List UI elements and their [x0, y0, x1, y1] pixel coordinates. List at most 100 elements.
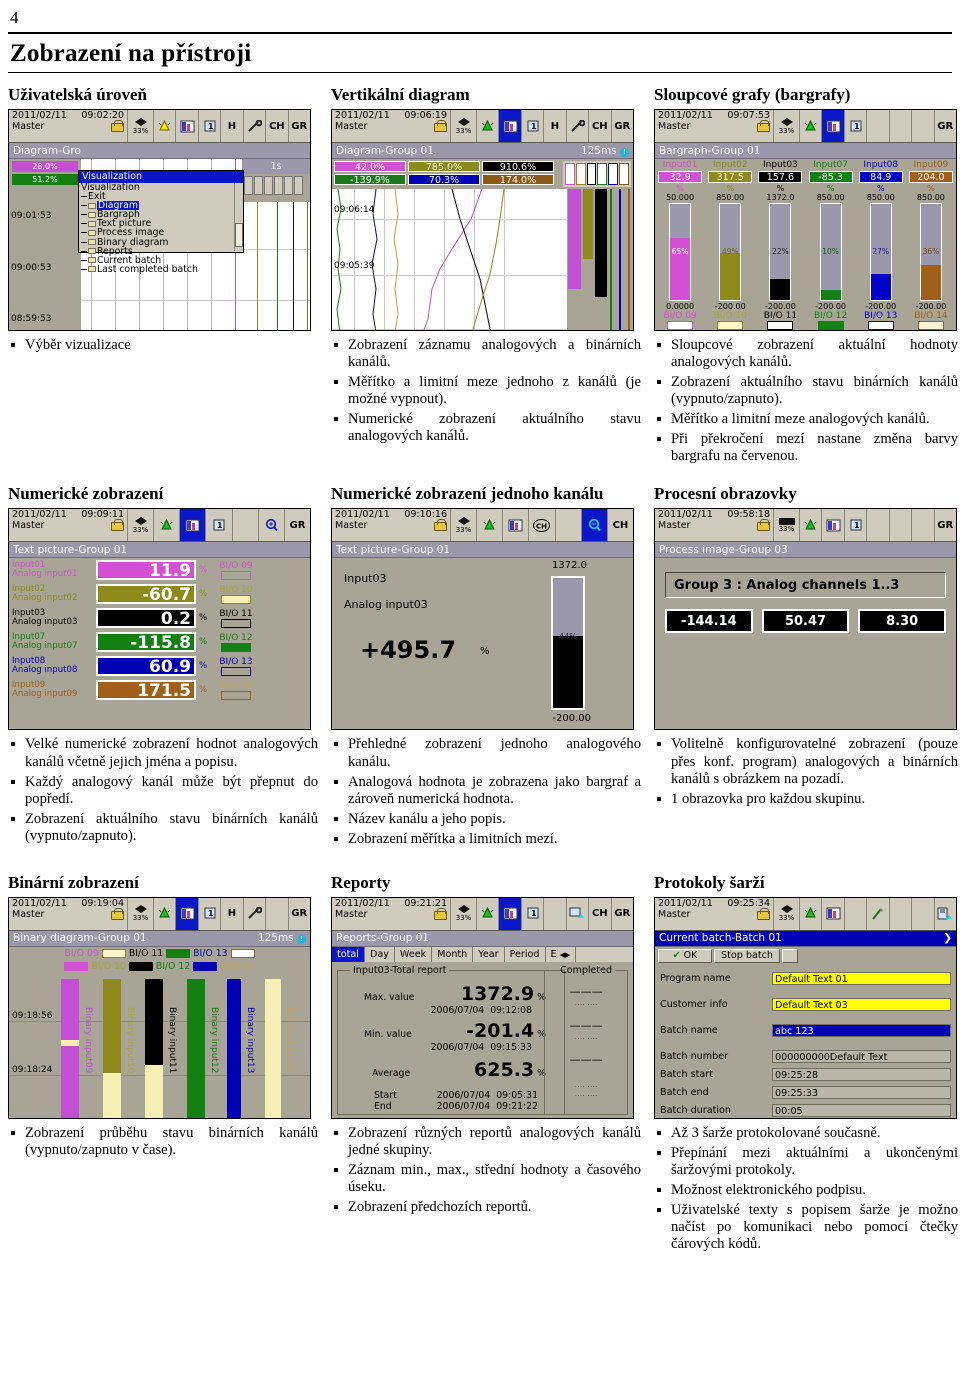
toolbar-tools-button[interactable]: [242, 897, 266, 930]
toolbar-empty-button[interactable]: [866, 110, 889, 142]
toolbar-binary-diagram-button[interactable]: [175, 897, 198, 930]
batch-name-field[interactable]: abc 123: [772, 1024, 951, 1038]
tab-week[interactable]: Week: [395, 946, 433, 962]
toolbar-empty-button[interactable]: [888, 509, 912, 542]
tab-period[interactable]: Period: [505, 946, 546, 962]
toolbar-zoom-out-button[interactable]: [580, 509, 607, 542]
toolbar-gr-button[interactable]: GR: [933, 110, 956, 142]
tab-total[interactable]: total: [332, 946, 365, 962]
batch-field-row[interactable]: Customer info Default Text 03: [655, 997, 956, 1013]
toolbar-bell-button[interactable]: [799, 897, 822, 930]
report-tabs[interactable]: total Day Week Month Year Period E ◀▶: [332, 946, 633, 962]
numeric-row[interactable]: Input09 Analog input09 171.5 % BI/O 14: [9, 678, 310, 702]
toolbar-group-button[interactable]: 1: [843, 509, 867, 542]
screenshot-binary-diagram[interactable]: 2011/02/11 09:19:04 Master 33% 1 H GR Bi…: [8, 896, 311, 1119]
toolbar-diagram-button[interactable]: [175, 110, 198, 142]
toolbar-group-button[interactable]: 1: [197, 110, 221, 142]
toolbar-zoom-in-button[interactable]: [257, 509, 284, 542]
toolbar-empty-button[interactable]: [231, 509, 258, 542]
toolbar-gr-button[interactable]: GR: [610, 897, 633, 930]
toolbar-bell-button[interactable]: [153, 110, 176, 142]
bargraph-column[interactable]: Input09 204.0 % 850.00 36% -200.00 BI/O …: [906, 159, 956, 330]
toolbar-diagram-button[interactable]: [498, 110, 521, 142]
tab-year[interactable]: Year: [473, 946, 505, 962]
stop-batch-button[interactable]: Stop batch: [714, 948, 780, 963]
bargraph-column[interactable]: Input02 317.5 % 850.00 49% -200.00 BI/O …: [705, 159, 755, 330]
tab-month[interactable]: Month: [432, 946, 474, 962]
toolbar-reports-button[interactable]: [498, 897, 521, 930]
toolbar-tools-button[interactable]: [242, 110, 266, 142]
batch-field-row[interactable]: Batch name abc 123: [655, 1023, 956, 1039]
toolbar-bell-button[interactable]: [153, 509, 180, 542]
toolbar-gr-button[interactable]: GR: [610, 110, 633, 142]
toolbar-group-button[interactable]: 1: [520, 897, 544, 930]
numeric-row[interactable]: Input01 Analog input01 11.9 % BI/O 09: [9, 558, 310, 582]
toolbar-empty-button[interactable]: [888, 110, 912, 142]
numeric-row[interactable]: Input02 Analog input02 -60.7 % BI/O 10: [9, 582, 310, 606]
toolbar-ch-button[interactable]: CH: [606, 509, 633, 542]
toolbar-history-button[interactable]: H: [220, 897, 243, 930]
screenshot-visualization[interactable]: 2011/02/11 09:02:20 Master 33% 1 H CH GR…: [8, 109, 311, 331]
menu-item-last-completed-batch[interactable]: Last completed batch: [81, 265, 241, 274]
toolbar-empty-button[interactable]: [843, 897, 867, 930]
toolbar-export-button[interactable]: [565, 897, 589, 930]
toolbar-group-button[interactable]: 1: [843, 110, 867, 142]
toolbar-history-button[interactable]: H: [543, 110, 566, 142]
tab-e[interactable]: E ◀▶: [546, 946, 577, 962]
toolbar-gr-button[interactable]: GR: [287, 110, 310, 142]
tab-scroll-arrows[interactable]: ◀▶: [560, 951, 571, 959]
toolbar-gr-button[interactable]: GR: [287, 897, 310, 930]
toolbar-group-button[interactable]: 1: [205, 509, 232, 542]
bargraph-column[interactable]: Input07 -85.3 % 850.00 10% -200.00 BI/O …: [806, 159, 856, 330]
toolbar-ch-button[interactable]: CH: [588, 897, 611, 930]
toolbar-empty-button[interactable]: [911, 897, 934, 930]
toolbar-edit-button[interactable]: [866, 897, 889, 930]
batch-field-row[interactable]: Program name Default Text 01: [655, 971, 956, 987]
customer-info-field[interactable]: Default Text 03: [772, 998, 951, 1012]
toolbar-ch-select-button[interactable]: CH: [528, 509, 555, 542]
toolbar-bell-button[interactable]: [799, 110, 822, 142]
screenshot-vertical-diagram[interactable]: 2011/02/11 09:06:19 Master 33% 1 H CH GR…: [331, 109, 634, 331]
numeric-row[interactable]: Input07 Analog input07 -115.8 % BI/O 12: [9, 630, 310, 654]
toolbar-ch-button[interactable]: CH: [265, 110, 288, 142]
toolbar-group-button[interactable]: 1: [520, 110, 544, 142]
extra-button[interactable]: [781, 948, 798, 963]
toolbar-empty-button[interactable]: [911, 110, 934, 142]
toolbar-empty-button[interactable]: [265, 897, 288, 930]
toolbar-batch-button[interactable]: [821, 897, 844, 930]
program-name-field[interactable]: Default Text 01: [772, 972, 951, 986]
toolbar-bell-button[interactable]: [799, 509, 822, 542]
screenshot-batch[interactable]: 2011/02/11 09:25:34 Master 33% Current b…: [654, 896, 957, 1119]
toolbar-bell-button[interactable]: [476, 110, 499, 142]
toolbar-textpicture-button[interactable]: [179, 509, 206, 542]
bargraph-column[interactable]: Input03 157.6 % 1372.0 22% -200.00 BI/O …: [755, 159, 805, 330]
toolbar-bargraph-button[interactable]: [821, 110, 844, 142]
toolbar-process-image-button[interactable]: [821, 509, 844, 542]
toolbar-group-button[interactable]: 1: [197, 897, 221, 930]
toolbar-tools-button[interactable]: [565, 110, 589, 142]
tab-day[interactable]: Day: [365, 946, 395, 962]
toolbar-gr-button[interactable]: GR: [933, 509, 956, 542]
screenshot-bargraph[interactable]: 2011/02/11 09:07:53 Master 33% 1 GR Barg…: [654, 109, 957, 331]
toolbar-gr-button[interactable]: GR: [283, 509, 310, 542]
toolbar-empty-button[interactable]: [888, 897, 912, 930]
toolbar-bell-button[interactable]: [153, 897, 176, 930]
toolbar-ch-button[interactable]: CH: [588, 110, 611, 142]
toolbar-empty-button[interactable]: [866, 509, 889, 542]
visualization-menu[interactable]: Visualization Visualization Exit Diagram…: [78, 170, 244, 274]
screenshot-single-channel[interactable]: 2011/02/11 09:10:16 Master 33% CH CH Tex…: [331, 508, 634, 731]
toolbar-empty-button[interactable]: [543, 897, 566, 930]
toolbar-bell-button[interactable]: [476, 509, 503, 542]
menu-items[interactable]: Visualization Exit Diagram Bargraph Text…: [79, 183, 243, 274]
numeric-row[interactable]: Input03 Analog input03 0.2 % BI/O 11: [9, 606, 310, 630]
numeric-row[interactable]: Input08 Analog input08 60.9 % BI/O 13: [9, 654, 310, 678]
bargraph-column[interactable]: Input08 84.9 % 850.00 27% -200.00 BI/O 1…: [856, 159, 906, 330]
toolbar-bell-button[interactable]: [476, 897, 499, 930]
toolbar-textpicture-button[interactable]: [502, 509, 529, 542]
toolbar-save-button[interactable]: [933, 897, 956, 930]
toolbar-empty-button[interactable]: [911, 509, 934, 542]
ok-button[interactable]: ✔ OK: [658, 948, 712, 963]
scrollbar-thumb[interactable]: [235, 223, 243, 247]
screenshot-numeric[interactable]: 2011/02/11 09:09:11 Master 33% 1 GR Text…: [8, 508, 311, 731]
menu-scrollbar[interactable]: [234, 183, 243, 251]
